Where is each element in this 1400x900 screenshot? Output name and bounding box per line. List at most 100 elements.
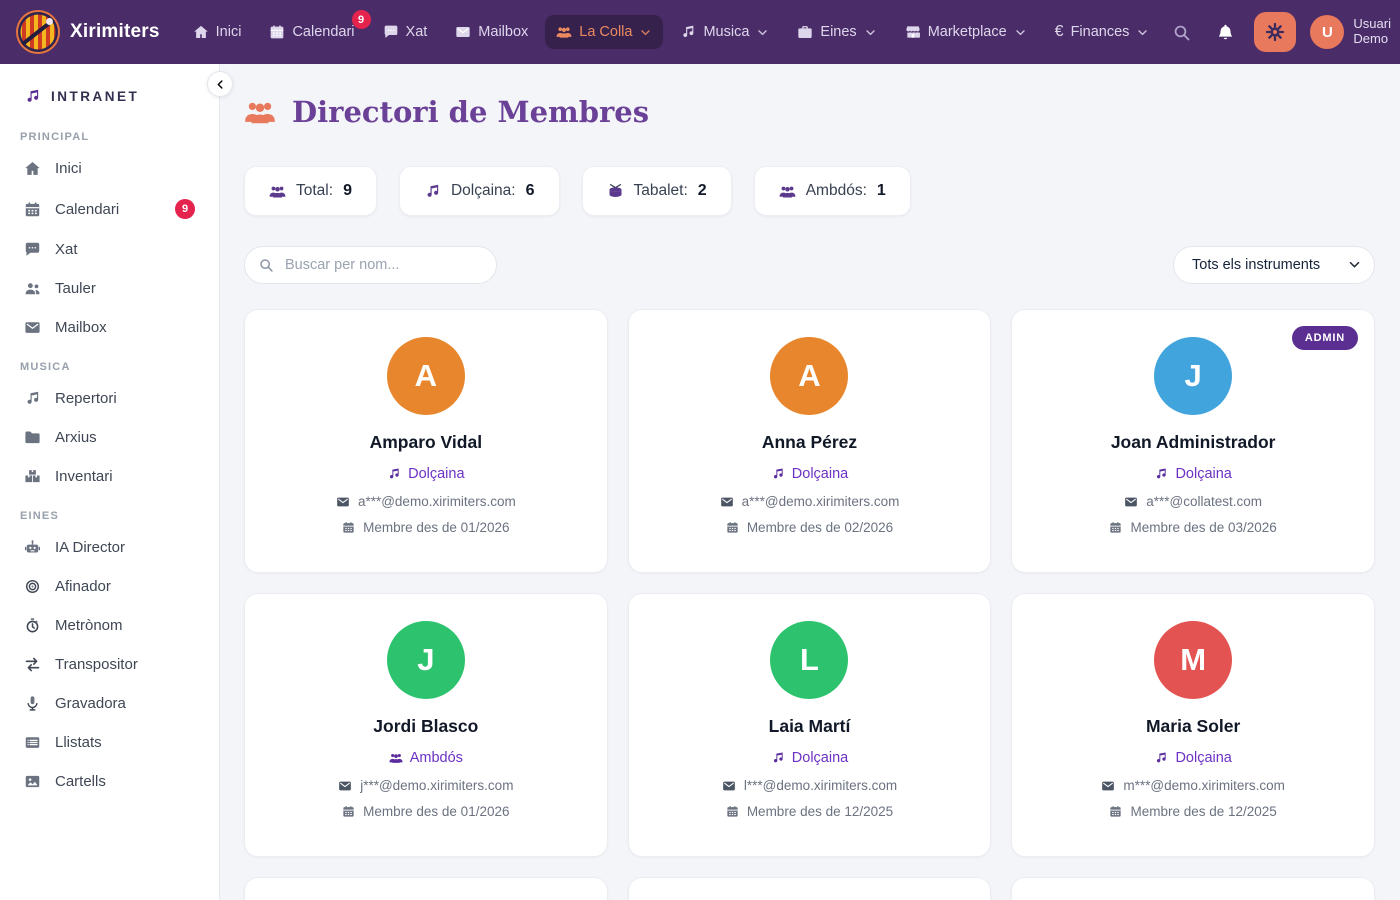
music-note-icon: [24, 88, 41, 105]
member-name: Jordi Blasco: [373, 716, 478, 737]
nav-item-xat[interactable]: Xat: [372, 15, 439, 49]
user-menu[interactable]: U Usuari Demo: [1310, 15, 1400, 49]
member-card[interactable]: A Anna Pérez Dolçaina a***@demo.xirimite…: [628, 309, 992, 573]
instrument-select[interactable]: Tots els instruments: [1173, 246, 1375, 284]
sidebar-item-llistats[interactable]: Llistats: [0, 723, 219, 762]
music-note-icon: [1154, 467, 1168, 481]
member-card[interactable]: L Laia Martí Dolçaina l***@demo.xirimite…: [628, 593, 992, 857]
nav-item-musica[interactable]: Musica: [669, 15, 780, 49]
calendar-icon: [726, 805, 739, 818]
nav-item-eines[interactable]: Eines: [786, 15, 887, 49]
home-icon: [24, 160, 41, 177]
mail-icon: [1124, 495, 1138, 509]
nav-label: La Colla: [579, 24, 632, 40]
nav-item-marketplace[interactable]: Marketplace: [894, 15, 1038, 49]
chevron-down-icon: [639, 26, 652, 39]
drum-icon: [607, 183, 624, 200]
member-card[interactable]: M Maria Soler Dolçaina m***@demo.xirimit…: [1011, 593, 1375, 857]
avatar: L: [770, 621, 848, 699]
nav-item-finances[interactable]: € Finances: [1044, 15, 1161, 49]
mail-icon: [722, 779, 736, 793]
sidebar-item-inici[interactable]: Inici: [0, 149, 219, 188]
member-instrument: Dolçaina: [771, 466, 848, 482]
sidebar-item-arxius[interactable]: Arxius: [0, 418, 219, 457]
nav-label: Eines: [820, 24, 856, 40]
mail-icon: [24, 319, 41, 336]
sidebar-item-gravadora[interactable]: Gravadora: [0, 684, 219, 723]
sidebar-item-calendari[interactable]: Calendari 9: [0, 188, 219, 230]
page-title: Directori de Membres: [292, 95, 649, 129]
member-name: Maria Soler: [1146, 716, 1240, 737]
stats-row: Total: 9 Dolçaina: 6 Tabalet: 2 Ambdós: …: [244, 166, 1375, 216]
member-instrument: Dolçaina: [1154, 750, 1231, 766]
mail-icon: [338, 779, 352, 793]
sidebar-collapse-button[interactable]: [207, 71, 233, 97]
sidebar-item-mailbox[interactable]: Mailbox: [0, 308, 219, 347]
sidebar-item-repertori[interactable]: Repertori: [0, 379, 219, 418]
nav-item-calendari[interactable]: Calendari 9: [258, 15, 365, 49]
sidebar-item-cartells[interactable]: Cartells: [0, 762, 219, 801]
nav-item-inici[interactable]: Inici: [182, 15, 253, 49]
search-icon[interactable]: [1166, 17, 1196, 47]
image-icon: [24, 773, 41, 790]
music-note-icon: [771, 751, 785, 765]
settings-button[interactable]: [1254, 12, 1296, 52]
brand-name: Xirimiters: [70, 21, 160, 43]
calendar-icon: [1109, 521, 1122, 534]
calendar-icon: [1109, 805, 1122, 818]
member-card[interactable]: J Jordi Blasco Ambdós j***@demo.xirimite…: [244, 593, 608, 857]
avatar: U: [1310, 15, 1344, 49]
member-name: Laia Martí: [769, 716, 851, 737]
member-card-partial: [1011, 877, 1375, 900]
stat-value: 1: [877, 182, 886, 200]
search-input[interactable]: [244, 246, 497, 284]
member-name: Amparo Vidal: [370, 432, 483, 453]
top-navbar: Xirimiters Inici Calendari 9 Xat Mailbox…: [0, 0, 1400, 64]
stopwatch-icon: [24, 617, 41, 634]
sidebar-item-transpositor[interactable]: Transpositor: [0, 645, 219, 684]
sidebar-section-eines: EINES: [0, 510, 219, 522]
stat-chip-tabalet: Tabalet: 2: [582, 166, 732, 216]
avatar: A: [387, 337, 465, 415]
stat-chip-total: Total: 9: [244, 166, 377, 216]
people-icon: [556, 24, 572, 40]
calendar-icon: [726, 521, 739, 534]
sidebar-item-ia-director[interactable]: IA Director: [0, 528, 219, 567]
member-card[interactable]: ADMIN J Joan Administrador Dolçaina a***…: [1011, 309, 1375, 573]
sidebar-section-musica: MUSICA: [0, 361, 219, 373]
chevron-down-icon: [1136, 26, 1149, 39]
member-since: Membre des de 12/2025: [726, 804, 893, 819]
sidebar-item-tauler[interactable]: Tauler: [0, 269, 219, 308]
sidebar-item-inventari[interactable]: Inventari: [0, 457, 219, 496]
member-card[interactable]: A Amparo Vidal Dolçaina a***@demo.xirimi…: [244, 309, 608, 573]
people-icon: [269, 183, 286, 200]
sidebar-item-afinador[interactable]: Afinador: [0, 567, 219, 606]
chevron-down-icon: [864, 26, 877, 39]
nav-label: Marketplace: [928, 24, 1007, 40]
nav-label: Finances: [1071, 24, 1130, 40]
nav-label: Mailbox: [478, 24, 528, 40]
stat-value: 2: [698, 182, 707, 200]
bell-icon[interactable]: [1210, 17, 1240, 47]
user-name: Usuari Demo: [1353, 17, 1391, 47]
mail-icon: [1101, 779, 1115, 793]
people-icon: [244, 96, 276, 128]
page-header: Directori de Membres: [244, 92, 1375, 132]
nav-item-mailbox[interactable]: Mailbox: [444, 15, 539, 49]
brand[interactable]: Xirimiters: [18, 12, 160, 52]
member-card-partial: [628, 877, 992, 900]
music-note-icon: [387, 467, 401, 481]
member-email: j***@demo.xirimiters.com: [338, 778, 513, 793]
member-instrument: Dolçaina: [1154, 466, 1231, 482]
briefcase-icon: [797, 24, 813, 40]
music-note-icon: [424, 183, 441, 200]
boxes-icon: [24, 468, 41, 485]
nav-label: Xat: [406, 24, 428, 40]
sidebar-item-metronom[interactable]: Metrònom: [0, 606, 219, 645]
admin-badge: ADMIN: [1292, 326, 1358, 350]
sidebar-item-xat[interactable]: Xat: [0, 230, 219, 269]
chat-icon: [24, 241, 41, 258]
calendar-icon: [269, 24, 285, 40]
nav-item-la-colla[interactable]: La Colla: [545, 15, 663, 49]
calendar-icon: [24, 201, 41, 218]
